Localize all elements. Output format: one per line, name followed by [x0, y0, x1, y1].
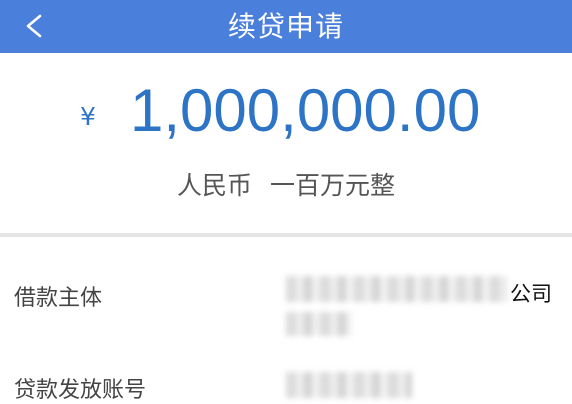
redacted-borrower-name: [286, 276, 508, 302]
amount-words-text: 一百万元整: [270, 171, 396, 200]
amount-in-words: 人民币 一百万元整: [0, 166, 572, 202]
borrower-value-suffix: 公司: [510, 282, 552, 306]
header-bar: 续贷申请: [0, 0, 572, 53]
account-row: 贷款发放账号: [0, 364, 572, 404]
currency-name: 人民币: [176, 171, 252, 200]
section-divider: [0, 233, 572, 237]
redacted-borrower-name-line2: [286, 312, 352, 336]
currency-symbol: ¥: [80, 102, 96, 131]
amount-section: ¥ 1,000,000.00: [0, 74, 572, 148]
account-label: 贷款发放账号: [14, 378, 147, 403]
redacted-account-number: [286, 372, 412, 398]
borrower-row: 借款主体 公司: [0, 270, 572, 340]
borrower-label: 借款主体: [14, 286, 103, 311]
loan-amount: 1,000,000.00: [130, 77, 481, 144]
page-title: 续贷申请: [227, 10, 344, 43]
